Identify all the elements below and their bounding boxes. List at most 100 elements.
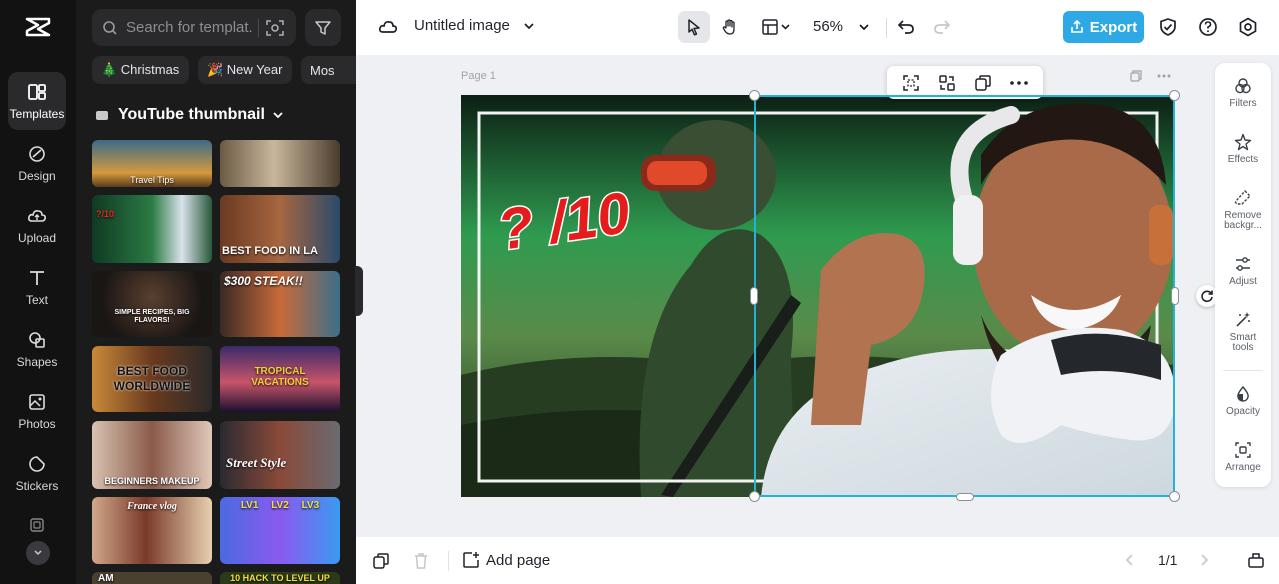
template-thumb[interactable]: Street Style [220, 421, 340, 489]
design-icon [29, 145, 45, 162]
resize-handle-left[interactable] [750, 287, 758, 305]
template-thumb[interactable]: BEST FOOD WORLDWIDE [92, 346, 212, 412]
document-title[interactable]: Untitled image [414, 17, 510, 34]
rail-label: Shapes [16, 354, 58, 369]
photos-icon [29, 393, 45, 410]
template-thumb[interactable]: BEGINNERS MAKEUP [92, 421, 212, 489]
thumb-label: ?/10 [96, 209, 115, 219]
image-search-icon[interactable] [265, 19, 285, 37]
hand-tool-button[interactable] [714, 11, 746, 43]
prop-label: Effects [1227, 154, 1259, 165]
rail-stickers[interactable]: Stickers [8, 444, 66, 502]
export-button[interactable]: Export [1063, 11, 1144, 43]
template-thumb[interactable]: ?/10 [92, 195, 212, 263]
shield-icon[interactable] [1158, 17, 1178, 37]
chip-most[interactable]: Mos [301, 56, 356, 84]
replace-icon[interactable] [938, 74, 956, 92]
resize-handle-bottom-left[interactable] [749, 491, 760, 502]
thumb-label: BEST FOOD WORLDWIDE [113, 364, 191, 393]
template-thumb[interactable]: AM [92, 572, 212, 584]
zoom-chevron-down-icon[interactable] [857, 20, 871, 34]
magic-wand-icon [1236, 312, 1250, 327]
pages-panel-icon[interactable] [1247, 551, 1265, 569]
crop-icon[interactable] [902, 74, 920, 92]
prop-arrange[interactable]: Arrange [1215, 441, 1271, 473]
template-thumb[interactable]: SIMPLE RECIPES, BIG FLAVORS! [92, 271, 212, 337]
resize-handle-right[interactable] [1171, 287, 1179, 305]
template-thumb[interactable]: 10 HACK TO LEVEL UP [220, 572, 340, 584]
prop-remove-background[interactable]: Remove backgr... [1215, 189, 1271, 231]
top-toolbar: Untitled image 56% Export [356, 0, 1279, 55]
rail-text[interactable]: Text [8, 258, 66, 316]
copy-page-icon[interactable] [372, 552, 390, 570]
prop-filters[interactable]: Filters [1215, 77, 1271, 109]
template-thumb[interactable]: BEST FOOD IN LA [220, 195, 340, 263]
prop-opacity[interactable]: Opacity [1215, 385, 1271, 417]
thumb-label: LV1 LV2 LV3 [240, 500, 320, 511]
resize-handle-top-right[interactable] [1169, 90, 1180, 101]
add-page-label: Add page [486, 551, 551, 569]
prop-smart-tools[interactable]: Smart tools [1215, 311, 1271, 353]
duplicate-page-icon[interactable] [1130, 70, 1142, 82]
props-separator [1223, 370, 1263, 371]
rail-label: Design [18, 168, 56, 183]
prop-effects[interactable]: Effects [1215, 133, 1271, 165]
search-icon [103, 20, 117, 35]
shapes-icon [29, 331, 45, 348]
thumb-label: France vlog [127, 501, 177, 512]
rail-photos[interactable]: Photos [8, 382, 66, 440]
prop-label: Filters [1229, 98, 1257, 109]
rail-design[interactable]: Design [8, 134, 66, 192]
chip-christmas[interactable]: 🎄 Christmas [92, 56, 189, 84]
layout-menu-button[interactable] [758, 11, 796, 43]
category-dropdown[interactable]: YouTube thumbnail [96, 106, 285, 124]
collapse-panel-handle[interactable] [355, 266, 363, 316]
prev-page-icon[interactable] [1124, 553, 1136, 567]
cloud-sync-icon[interactable] [378, 17, 398, 37]
more-apps-icon[interactable] [29, 517, 45, 533]
help-icon[interactable] [1198, 17, 1218, 37]
gear-icon[interactable] [1238, 17, 1258, 37]
template-thumb[interactable]: France vlog [92, 497, 212, 564]
eraser-icon [1234, 189, 1251, 205]
undo-icon[interactable] [897, 17, 915, 35]
search-input[interactable]: Search for templat... [92, 9, 296, 46]
opacity-drop-icon [1237, 385, 1249, 402]
chip-new-year[interactable]: 🎉 New Year [198, 56, 292, 84]
template-thumb[interactable]: Travel Tips [92, 140, 212, 187]
trash-icon[interactable] [412, 552, 430, 570]
templates-panel: Search for templat... 🎄 Christmas 🎉 New … [76, 0, 356, 584]
template-thumb[interactable]: TROPICAL VACATIONS [220, 346, 340, 412]
thumb-label: BEGINNERS MAKEUP [104, 476, 200, 486]
rail-label: Photos [18, 416, 56, 431]
more-icon[interactable] [1157, 74, 1171, 78]
rail-templates[interactable]: Templates [8, 72, 66, 130]
prop-adjust[interactable]: Adjust [1215, 255, 1271, 287]
template-thumb[interactable]: $300 STEAK!! [220, 271, 340, 337]
prop-label: Remove backgr... [1224, 210, 1262, 231]
resize-handle-bottom[interactable] [956, 493, 974, 501]
upload-cloud-icon [28, 209, 46, 222]
page-counter: 1/1 [1158, 552, 1178, 568]
duplicate-icon[interactable] [974, 74, 992, 92]
resize-handle-top-left[interactable] [749, 90, 760, 101]
layout-icon [762, 19, 790, 35]
rail-label: Upload [17, 230, 57, 245]
rail-upload[interactable]: Upload [8, 196, 66, 254]
template-thumb[interactable] [220, 140, 340, 187]
chevron-down-icon[interactable] [522, 19, 536, 33]
add-page-button[interactable]: Add page [462, 551, 550, 569]
next-page-icon[interactable] [1198, 553, 1210, 567]
selection-box[interactable] [754, 95, 1175, 497]
more-options-icon[interactable] [1010, 80, 1028, 85]
hand-icon [722, 19, 735, 35]
rail-shapes[interactable]: Shapes [8, 320, 66, 378]
filter-button[interactable] [305, 9, 341, 46]
template-thumb[interactable]: LV1 LV2 LV3 [220, 497, 340, 564]
resize-handle-bottom-right[interactable] [1169, 491, 1180, 502]
thumb-label: Travel Tips [130, 175, 174, 185]
redo-icon[interactable] [933, 17, 951, 35]
expand-rail-button[interactable] [26, 541, 50, 565]
zoom-level[interactable]: 56% [813, 18, 843, 35]
select-tool-button[interactable] [678, 11, 710, 43]
